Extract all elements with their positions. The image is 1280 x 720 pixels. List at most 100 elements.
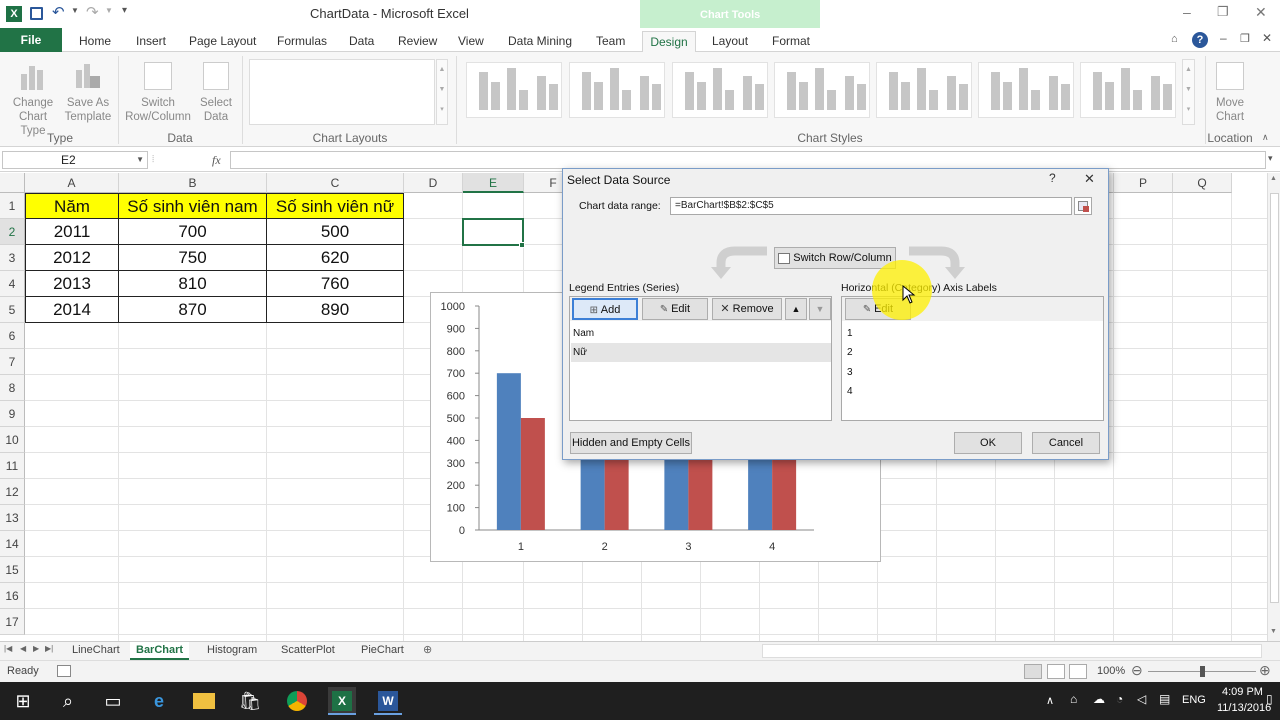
- excel-taskbar-icon[interactable]: X: [328, 687, 356, 715]
- axis-label-item[interactable]: 4: [845, 383, 1101, 401]
- row-header[interactable]: 9: [0, 401, 25, 427]
- add-series-button[interactable]: ⊞ Add: [572, 298, 638, 320]
- data-cell[interactable]: 2011: [25, 219, 119, 245]
- tab-design[interactable]: Design: [642, 31, 696, 53]
- next-sheet-icon[interactable]: ▶: [33, 644, 39, 653]
- page-layout-view-icon[interactable]: [1047, 664, 1065, 679]
- column-header[interactable]: A: [25, 173, 119, 193]
- keyboard-icon[interactable]: ▤: [1159, 692, 1170, 706]
- formula-bar-handle-icon[interactable]: ⦙: [152, 151, 164, 169]
- chart-layouts-scroll-icon[interactable]: ▲ ▼ ▾: [436, 59, 448, 125]
- column-header[interactable]: C: [267, 173, 404, 193]
- axis-label-item[interactable]: 2: [845, 344, 1101, 362]
- wifi-icon[interactable]: ◔: [1116, 692, 1123, 706]
- chart-data-range-input[interactable]: =BarChart!$B$2:$C$5: [670, 197, 1072, 215]
- data-cell[interactable]: 2012: [25, 245, 119, 271]
- redo-icon[interactable]: ↷: [86, 3, 99, 21]
- task-view-icon[interactable]: ▭: [99, 687, 127, 715]
- row-header[interactable]: 2: [0, 219, 25, 245]
- windows-start-icon[interactable]: ⊞: [9, 687, 37, 715]
- horizontal-scrollbar[interactable]: [762, 644, 1262, 658]
- data-cell[interactable]: 620: [267, 245, 404, 271]
- workbook-minimize-icon[interactable]: –: [1220, 31, 1227, 45]
- row-header[interactable]: 15: [0, 557, 25, 583]
- chart-style-2[interactable]: [569, 62, 665, 118]
- macro-record-icon[interactable]: [57, 665, 71, 677]
- move-up-button[interactable]: ▲: [785, 298, 807, 320]
- header-cell[interactable]: Số sinh viên nam: [119, 193, 267, 219]
- zoom-level[interactable]: 100%: [1097, 665, 1125, 677]
- select-data-button[interactable]: Select Data: [196, 96, 236, 124]
- edge-icon[interactable]: e: [145, 687, 173, 715]
- fill-handle[interactable]: [519, 242, 525, 248]
- customize-quick-access-icon[interactable]: ▾: [122, 5, 127, 16]
- data-cell[interactable]: 870: [119, 297, 267, 323]
- active-cell-outline[interactable]: [462, 218, 524, 246]
- collapse-ribbon-icon[interactable]: ⌂: [1171, 33, 1178, 45]
- ok-button[interactable]: OK: [954, 432, 1022, 454]
- tab-formulas[interactable]: Formulas: [273, 31, 331, 52]
- clock-date[interactable]: 11/13/2016: [1217, 702, 1271, 714]
- sheet-tab-histogram[interactable]: Histogram: [207, 644, 257, 656]
- chart-style-4[interactable]: [774, 62, 870, 118]
- scroll-up-icon[interactable]: ▲: [1270, 175, 1277, 182]
- action-center-icon[interactable]: ▯: [1266, 692, 1273, 706]
- tab-layout[interactable]: Layout: [708, 31, 752, 52]
- sheet-tab-piechart[interactable]: PieChart: [361, 644, 404, 656]
- data-cell[interactable]: 2013: [25, 271, 119, 297]
- first-sheet-icon[interactable]: |◀: [4, 644, 12, 653]
- workbook-restore-icon[interactable]: ❐: [1240, 32, 1250, 45]
- row-header[interactable]: 6: [0, 323, 25, 349]
- collapse-dialog-icon[interactable]: [1074, 197, 1092, 215]
- tab-team[interactable]: Team: [592, 31, 629, 52]
- edit-series-button[interactable]: ✎ Edit: [642, 298, 708, 320]
- header-cell[interactable]: Năm: [25, 193, 119, 219]
- dialog-help-button[interactable]: ?: [1049, 171, 1056, 185]
- row-header[interactable]: 7: [0, 349, 25, 375]
- save-as-template-button[interactable]: Save As Template: [62, 96, 114, 124]
- sheet-tab-linechart[interactable]: LineChart: [72, 644, 120, 656]
- chart-style-6[interactable]: [978, 62, 1074, 118]
- volume-icon[interactable]: ◁: [1137, 692, 1146, 706]
- row-header[interactable]: 14: [0, 531, 25, 557]
- data-cell[interactable]: 810: [119, 271, 267, 297]
- legend-entry-2[interactable]: Nữ: [571, 343, 831, 362]
- restore-button[interactable]: ❐: [1217, 4, 1229, 20]
- fx-icon[interactable]: fx: [212, 153, 221, 168]
- select-all-corner[interactable]: [0, 173, 25, 193]
- header-cell[interactable]: Số sinh viên nữ: [267, 193, 404, 219]
- row-header[interactable]: 8: [0, 375, 25, 401]
- vertical-scrollbar[interactable]: ▲ ▼: [1267, 173, 1280, 641]
- chart-style-3[interactable]: [672, 62, 768, 118]
- workbook-close-icon[interactable]: ✕: [1262, 31, 1272, 45]
- cancel-button[interactable]: Cancel: [1032, 432, 1100, 454]
- remove-series-button[interactable]: ✕ Remove: [712, 298, 782, 320]
- onedrive-icon[interactable]: ☁: [1093, 692, 1105, 706]
- data-cell[interactable]: 500: [267, 219, 404, 245]
- scroll-down-icon[interactable]: ▼: [1270, 628, 1277, 635]
- bar-series-1-1[interactable]: [496, 373, 521, 530]
- zoom-in-icon[interactable]: ⊕: [1259, 662, 1271, 679]
- sheet-tab-scatterplot[interactable]: ScatterPlot: [281, 644, 335, 656]
- column-header[interactable]: E: [463, 173, 524, 193]
- column-header[interactable]: P: [1114, 173, 1173, 193]
- dialog-close-button[interactable]: ✕: [1084, 171, 1095, 187]
- network-icon[interactable]: ⌂: [1070, 692, 1077, 706]
- row-header[interactable]: 3: [0, 245, 25, 271]
- row-header[interactable]: 5: [0, 297, 25, 323]
- word-taskbar-icon[interactable]: W: [374, 687, 402, 715]
- row-header[interactable]: 10: [0, 427, 25, 453]
- zoom-slider-thumb[interactable]: [1200, 666, 1205, 677]
- row-header[interactable]: 13: [0, 505, 25, 531]
- prev-sheet-icon[interactable]: ◀: [20, 644, 26, 653]
- last-sheet-icon[interactable]: ▶|: [45, 644, 53, 653]
- chevron-down-icon[interactable]: ▼: [136, 152, 144, 168]
- data-cell[interactable]: 700: [119, 219, 267, 245]
- redo-dropdown-icon[interactable]: ▼: [105, 6, 113, 15]
- data-cell[interactable]: 750: [119, 245, 267, 271]
- formula-input[interactable]: [230, 151, 1266, 169]
- tab-page-layout[interactable]: Page Layout: [185, 31, 260, 52]
- axis-label-item[interactable]: 1: [845, 325, 1101, 343]
- tab-insert[interactable]: Insert: [132, 31, 170, 52]
- switch-row-column-button[interactable]: Switch Row/Column: [122, 96, 194, 124]
